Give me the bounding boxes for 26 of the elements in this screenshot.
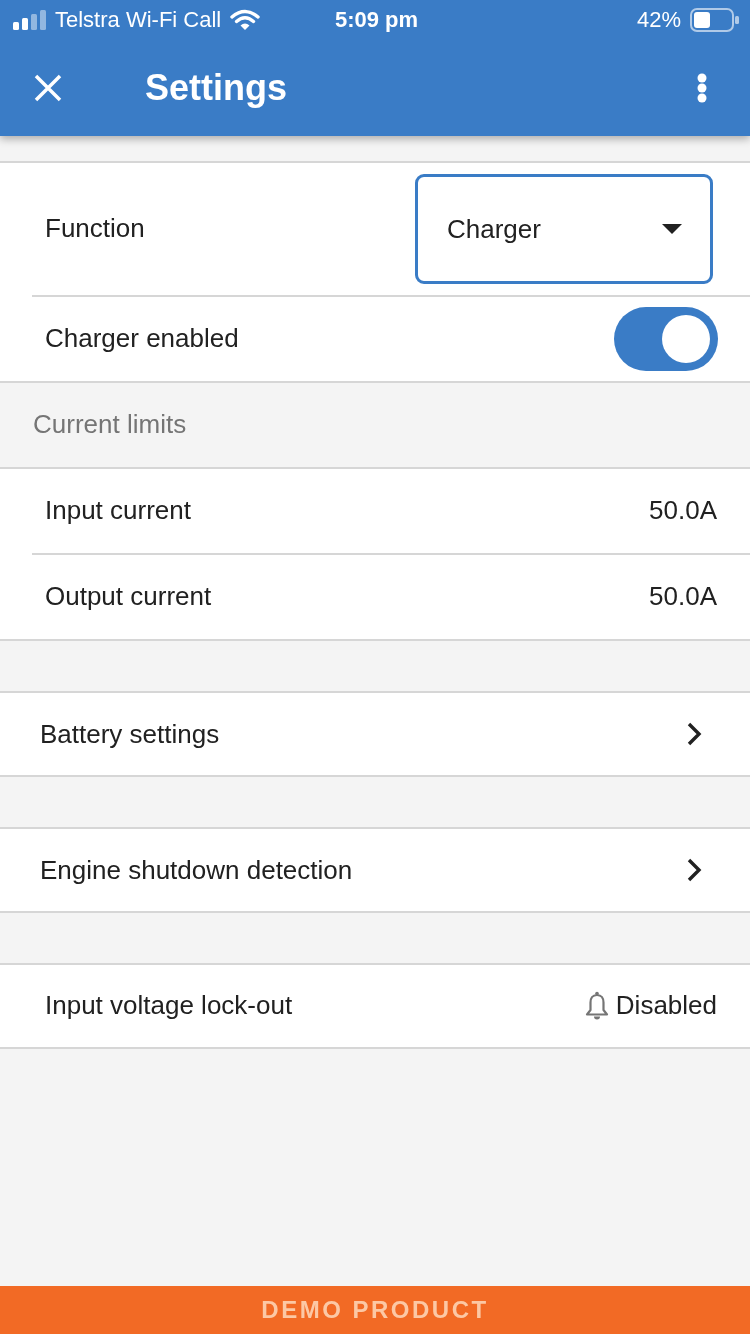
wifi-icon [230, 9, 261, 31]
select-dropdown[interactable]: Charger [415, 174, 713, 284]
setting-value: 50.0A [649, 495, 717, 527]
section-header: Current limits [33, 409, 187, 441]
setting-value: Disabled [615, 990, 717, 1022]
settings-link[interactable]: Engine shutdown detection [0, 829, 750, 911]
bell-icon [584, 991, 609, 1021]
chevron-right-icon [686, 722, 702, 746]
more-menu-icon[interactable] [697, 73, 707, 103]
carrier-name: Telstra Wi-Fi Call [55, 9, 222, 31]
setting-label: Function [45, 213, 145, 245]
setting-label: Input current [45, 495, 191, 527]
close-icon[interactable] [34, 74, 62, 102]
cellular-signal-icon [13, 10, 46, 30]
setting-value: 50.0A [649, 581, 717, 613]
settings-link[interactable]: Battery settings [0, 693, 750, 775]
setting-label: Output current [45, 581, 212, 613]
demo-banner: DEMO PRODUCT [0, 1286, 750, 1334]
screen-title: Settings [145, 68, 287, 108]
battery-percent: 42% [636, 9, 681, 31]
chevron-right-icon [686, 858, 702, 882]
setting-label: Input voltage lock-out [45, 990, 293, 1022]
setting-label: Charger enabled [45, 323, 239, 355]
caret-icon [662, 224, 682, 234]
battery-icon [690, 8, 740, 32]
status-time: 5:09 pm [334, 9, 419, 31]
